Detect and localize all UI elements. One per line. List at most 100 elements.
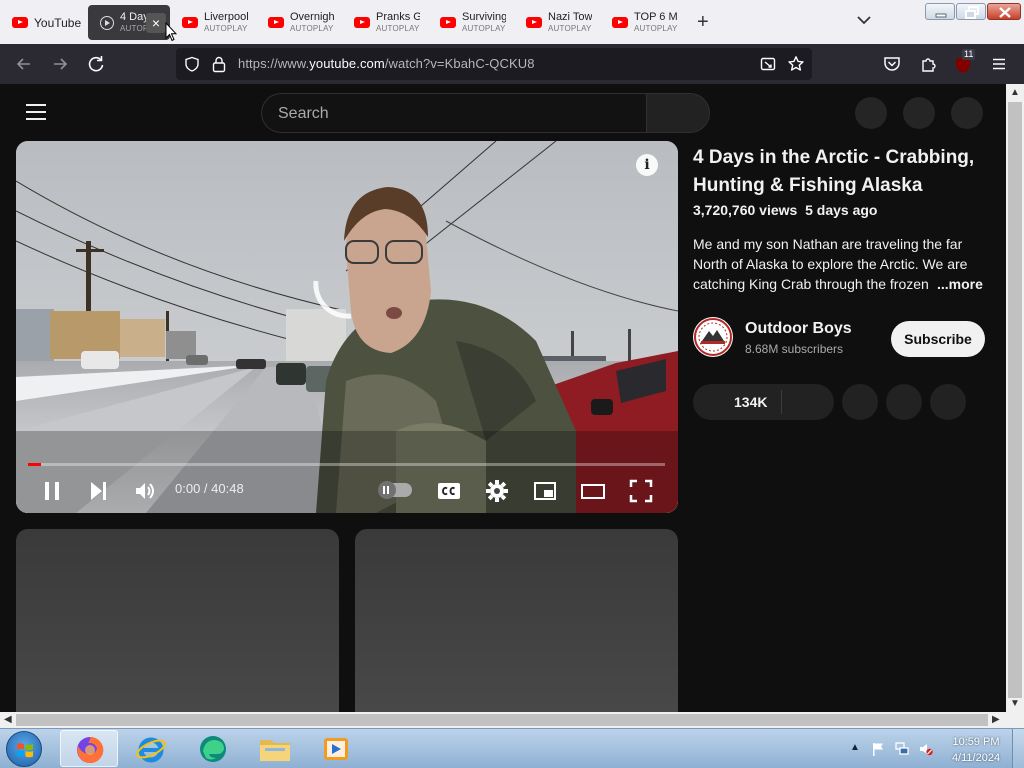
extensions-puzzle-icon[interactable] [920, 55, 938, 73]
progress-bar[interactable] [28, 463, 665, 466]
tab-nazi-town[interactable]: Nazi TownAUTOPLAY [514, 5, 600, 40]
tab-youtube[interactable]: YouTube [0, 5, 86, 40]
address-bar[interactable]: https://www.youtube.com/watch?v=KbahC-QC… [176, 48, 812, 80]
like-count[interactable]: 134K [734, 394, 767, 410]
tab-subtitle: AUTOPLAY [548, 23, 592, 33]
media-player-icon [324, 738, 348, 760]
youtube-favicon-icon [354, 17, 370, 28]
list-all-tabs-chevron-icon[interactable] [856, 12, 872, 28]
time-display: 0:00 / 40:48 [175, 481, 244, 496]
miniplayer-icon[interactable] [533, 479, 557, 503]
progress-played [28, 463, 41, 466]
scroll-right-arrow-icon[interactable]: ▶ [992, 714, 1000, 725]
new-tab-button[interactable]: + [697, 11, 709, 34]
channel-avatar[interactable] [693, 317, 733, 357]
tab-overnight[interactable]: Overnight AUTOPLAY [256, 5, 342, 40]
system-clock[interactable]: 10:59 PM 4/11/2024 [946, 734, 1006, 766]
tab-title: TOP 6 M [634, 10, 678, 23]
firefox-icon [77, 736, 104, 763]
tab-pranks[interactable]: Pranks GoneAUTOPLAY [342, 5, 428, 40]
lock-icon[interactable] [212, 55, 226, 73]
search-input[interactable]: Search [261, 93, 646, 133]
restore-icon [965, 6, 979, 19]
close-tab-icon[interactable]: × [146, 13, 166, 33]
search-placeholder: Search [278, 105, 329, 122]
picture-in-picture-icon[interactable] [760, 56, 776, 72]
tab-top6[interactable]: TOP 6 M AUTOPLAY [600, 5, 686, 40]
youtube-favicon-icon [182, 17, 198, 28]
bookmark-star-icon[interactable] [787, 55, 805, 73]
create-button-placeholder[interactable] [855, 97, 887, 129]
autoplay-toggle[interactable] [378, 481, 412, 499]
minimize-window-button[interactable] [925, 3, 955, 20]
youtube-favicon-icon [268, 17, 284, 28]
tab-title: Pranks Gone [376, 10, 420, 23]
scroll-down-arrow-icon[interactable]: ▼ [1010, 698, 1020, 709]
show-hidden-icons-icon[interactable]: ▲ [850, 742, 860, 753]
internet-explorer-icon [136, 737, 166, 763]
minimize-icon [935, 13, 947, 18]
clock-time: 10:59 PM [952, 736, 1000, 748]
video-info-button[interactable]: i [636, 154, 658, 176]
subscriber-count: 8.68M subscribers [745, 342, 844, 356]
network-icon[interactable] [895, 742, 909, 756]
next-video-icon[interactable] [86, 479, 110, 503]
share-button-placeholder[interactable] [842, 384, 878, 420]
tab-title: Liverpool [204, 10, 248, 23]
tab-subtitle: AUTOPLAY [204, 23, 248, 33]
settings-gear-icon[interactable] [485, 479, 509, 503]
taskbar-internet-explorer[interactable] [122, 730, 180, 767]
horizontal-scrollbar[interactable]: ◀ ▶ [0, 712, 1024, 728]
reload-icon[interactable] [86, 54, 106, 74]
action-center-flag-icon[interactable] [871, 742, 885, 756]
vertical-scrollbar[interactable]: ▲ ▼ [1006, 84, 1024, 712]
tab-surviving[interactable]: Surviving AUTOPLAY [428, 5, 514, 40]
fullscreen-icon[interactable] [629, 479, 653, 503]
show-more-link[interactable]: ...more [935, 276, 983, 292]
start-button[interactable] [6, 731, 42, 767]
taskbar-media-player[interactable] [308, 730, 366, 767]
video-card-placeholder[interactable] [16, 529, 339, 712]
back-arrow-icon[interactable] [14, 54, 34, 74]
pocket-icon[interactable] [883, 56, 901, 72]
like-dislike-buttons[interactable]: 134K [693, 384, 834, 420]
taskbar-file-explorer[interactable] [246, 730, 304, 767]
scrollbar-thumb[interactable] [1008, 102, 1022, 698]
more-actions-button-placeholder[interactable] [930, 384, 966, 420]
volume-icon[interactable] [133, 479, 157, 503]
channel-name[interactable]: Outdoor Boys [745, 320, 852, 338]
scroll-left-arrow-icon[interactable]: ◀ [4, 714, 12, 725]
closed-captions-icon[interactable] [437, 479, 461, 503]
download-button-placeholder[interactable] [886, 384, 922, 420]
tab-title: Surviving [462, 10, 506, 23]
taskbar-edge[interactable] [184, 730, 242, 767]
subscribe-button[interactable]: Subscribe [891, 321, 985, 357]
forward-arrow-icon[interactable] [50, 54, 70, 74]
show-desktop-button[interactable] [1012, 729, 1024, 768]
account-avatar-placeholder[interactable] [951, 97, 983, 129]
windows-logo-icon [17, 743, 33, 758]
view-count: 3,720,760 views 5 days ago [693, 202, 878, 218]
navigation-toolbar: https://www.youtube.com/watch?v=KbahC-QC… [0, 44, 1024, 84]
guide-menu-icon[interactable] [26, 104, 46, 120]
video-player[interactable]: i 0:00 / 40:48 [16, 141, 678, 513]
tab-arctic-video[interactable]: 4 Days in the Arctic - Crabbing, Hunting… [88, 5, 170, 40]
notifications-button-placeholder[interactable] [903, 97, 935, 129]
tab-liverpool[interactable]: Liverpool AUTOPLAY [170, 5, 256, 40]
search-button[interactable] [646, 93, 710, 133]
folder-icon [260, 740, 290, 761]
menu-hamburger-icon[interactable] [991, 56, 1007, 72]
scroll-up-arrow-icon[interactable]: ▲ [1010, 87, 1020, 98]
restore-window-button[interactable] [956, 3, 986, 20]
close-window-button[interactable] [987, 3, 1021, 20]
edge-browser-icon [200, 736, 226, 762]
url-text[interactable]: https://www.youtube.com/watch?v=KbahC-QC… [238, 56, 535, 71]
tab-subtitle: AUTOPLAY [634, 23, 678, 33]
volume-muted-icon[interactable] [919, 742, 933, 756]
scrollbar-thumb[interactable] [16, 714, 988, 726]
video-card-placeholder[interactable] [355, 529, 678, 712]
theater-mode-icon[interactable] [581, 479, 605, 503]
pause-icon[interactable] [40, 479, 64, 503]
tracking-protection-shield-icon[interactable] [184, 56, 200, 72]
taskbar-firefox[interactable] [60, 730, 118, 767]
